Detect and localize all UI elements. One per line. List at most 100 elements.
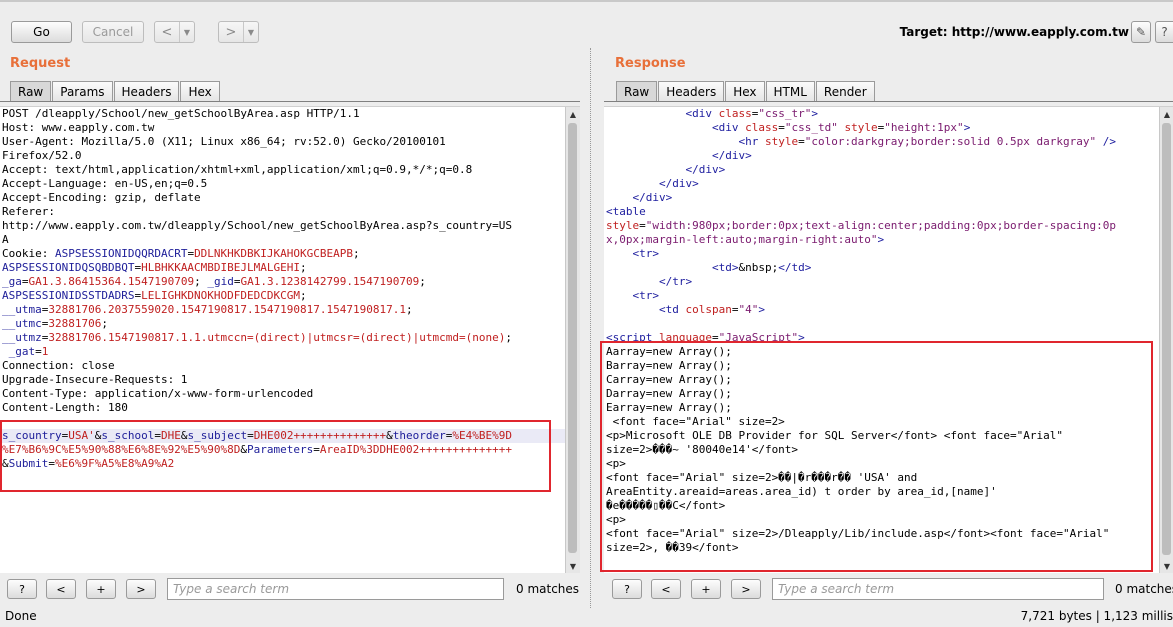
request-line: Host: www.eapply.com.tw: [2, 121, 512, 135]
back-button[interactable]: < ▼: [154, 21, 195, 43]
request-token: Upgrade-Insecure-Requests: 1: [2, 373, 188, 386]
response-line: <td colspan="4">: [606, 303, 1116, 317]
request-token: GA1.3.1238142799.1547190709: [240, 275, 420, 288]
response-tab-hex[interactable]: Hex: [725, 81, 765, 102]
response-token: Aarray=new Array();: [606, 345, 732, 358]
response-tab-html[interactable]: HTML: [765, 81, 815, 102]
request-token: Host: www.eapply.com.tw: [2, 121, 155, 134]
response-tab-render[interactable]: Render: [815, 81, 875, 102]
request-tab-raw[interactable]: Raw: [10, 81, 52, 102]
response-token: [606, 149, 712, 162]
request-token: ;: [101, 317, 108, 330]
response-add-button[interactable]: +: [691, 579, 721, 599]
chevron-right-icon: >: [225, 24, 237, 40]
response-token: Darray=new Array();: [606, 387, 732, 400]
response-token: <font face="Arial" size=2>/Dleapply/Lib/…: [606, 527, 1110, 540]
request-token: AreaID%3DDHE002++++++++++++++: [319, 443, 512, 456]
response-line: </div>: [606, 177, 1116, 191]
response-token: size=2>���~ '80040e14'</font>: [606, 443, 799, 456]
scroll-thumb[interactable]: [568, 123, 577, 553]
response-scrollbar[interactable]: ▲ ▼: [1159, 107, 1173, 573]
response-line: Earray=new Array();: [606, 401, 1116, 415]
request-line: http://www.eapply.com.tw/dleapply/School…: [2, 219, 512, 233]
request-tab-headers[interactable]: Headers: [113, 81, 180, 102]
response-token: Earray=new Array();: [606, 401, 732, 414]
request-token: =: [313, 443, 320, 456]
scroll-thumb[interactable]: [1162, 123, 1171, 555]
response-token: >: [758, 303, 765, 316]
response-line: </div>: [606, 163, 1116, 177]
scroll-down-icon[interactable]: ▼: [1160, 559, 1173, 573]
response-token: style: [764, 135, 799, 148]
request-search-input[interactable]: [167, 578, 504, 600]
scroll-up-icon[interactable]: ▲: [566, 107, 580, 121]
response-text[interactable]: <div class="css_tr"> <div class="css_td"…: [606, 107, 1116, 555]
response-tab-raw[interactable]: Raw: [616, 81, 658, 102]
request-token: =: [48, 457, 55, 470]
response-editor[interactable]: <div class="css_tr"> <div class="css_td"…: [604, 106, 1173, 573]
request-token: ;: [353, 247, 360, 260]
request-line: User-Agent: Mozilla/5.0 (X11; Linux x86_…: [2, 135, 512, 149]
request-editor[interactable]: POST /dleapply/School/new_getSchoolByAre…: [0, 106, 580, 573]
request-line: __utmz=32881706.1547190817.1.1.utmccn=(d…: [2, 331, 512, 345]
response-line: <td>&nbsp;</td>: [606, 261, 1116, 275]
request-scrollbar[interactable]: ▲ ▼: [565, 107, 580, 573]
response-line: <p>: [606, 457, 1116, 471]
request-tab-hex[interactable]: Hex: [180, 81, 220, 102]
request-line: ASPSESSIONIDQSQBDBQT=HLBHKKAACMBDIBEJLMA…: [2, 261, 512, 275]
response-token: [606, 275, 659, 288]
pane-splitter[interactable]: [590, 48, 594, 608]
response-line: style="width:980px;border:0px;text-align…: [606, 219, 1116, 233]
request-line: Upgrade-Insecure-Requests: 1: [2, 373, 512, 387]
response-token: <td: [658, 303, 686, 316]
response-line: </tr>: [606, 275, 1116, 289]
response-line: <tr>: [606, 247, 1116, 261]
help-icon: ?: [1161, 25, 1168, 39]
response-token: <hr: [738, 135, 765, 148]
request-token: 32881706.1547190817.1.1.utmccn=(direct)|…: [48, 331, 506, 344]
request-next-match-button[interactable]: >: [126, 579, 156, 599]
request-token: ;: [300, 289, 307, 302]
scroll-down-icon[interactable]: ▼: [566, 559, 580, 573]
request-token: ;: [194, 275, 208, 288]
request-token: Firefox/52.0: [2, 149, 82, 162]
response-token: "color:darkgray;border:solid 0.5px darkg…: [804, 135, 1097, 148]
request-prev-match-button[interactable]: <: [46, 579, 76, 599]
request-add-button[interactable]: +: [86, 579, 116, 599]
response-line: <div class="css_tr">: [606, 107, 1116, 121]
scroll-up-icon[interactable]: ▲: [1160, 107, 1173, 121]
response-tab-headers[interactable]: Headers: [658, 81, 725, 102]
response-search-input[interactable]: [772, 578, 1104, 600]
chevron-down-icon[interactable]: ▼: [243, 22, 258, 42]
request-token: DDLNKHKDBKIJKAHOKGCBEAPB: [194, 247, 354, 260]
response-token: �e�����▯��C</font>: [606, 499, 726, 512]
request-token: Submit: [8, 457, 49, 470]
response-token: </div>: [685, 163, 726, 176]
chevron-down-icon[interactable]: ▼: [179, 22, 194, 42]
request-token: %E4%BE%9D: [452, 429, 512, 442]
forward-button[interactable]: > ▼: [218, 21, 259, 43]
request-tabs: Raw Params Headers Hex: [10, 81, 221, 102]
help-button[interactable]: ?: [1155, 21, 1173, 43]
request-token: =: [21, 275, 29, 288]
response-line: <font face="Arial" size=2>/Dleapply/Lib/…: [606, 527, 1116, 541]
response-token: <div: [711, 121, 746, 134]
edit-target-button[interactable]: ✎: [1131, 21, 1151, 43]
request-help-button[interactable]: ?: [7, 579, 37, 599]
request-text[interactable]: POST /dleapply/School/new_getSchoolByAre…: [2, 107, 512, 471]
cancel-button[interactable]: Cancel: [82, 21, 144, 43]
response-token: [606, 135, 738, 148]
response-prev-match-button[interactable]: <: [651, 579, 681, 599]
chevron-left-icon: <: [161, 24, 173, 40]
response-help-button[interactable]: ?: [612, 579, 642, 599]
response-token: [606, 247, 633, 260]
request-line: POST /dleapply/School/new_getSchoolByAre…: [2, 107, 512, 121]
response-title: Response: [615, 56, 686, 71]
go-button[interactable]: Go: [11, 21, 72, 43]
response-next-match-button[interactable]: >: [731, 579, 761, 599]
request-line: Connection: close: [2, 359, 512, 373]
request-token: Accept-Language: en-US,en;q=0.5: [2, 177, 208, 190]
request-line: __utma=32881706.2037559020.1547190817.15…: [2, 303, 512, 317]
request-token: A: [2, 233, 9, 246]
request-tab-params[interactable]: Params: [52, 81, 113, 102]
